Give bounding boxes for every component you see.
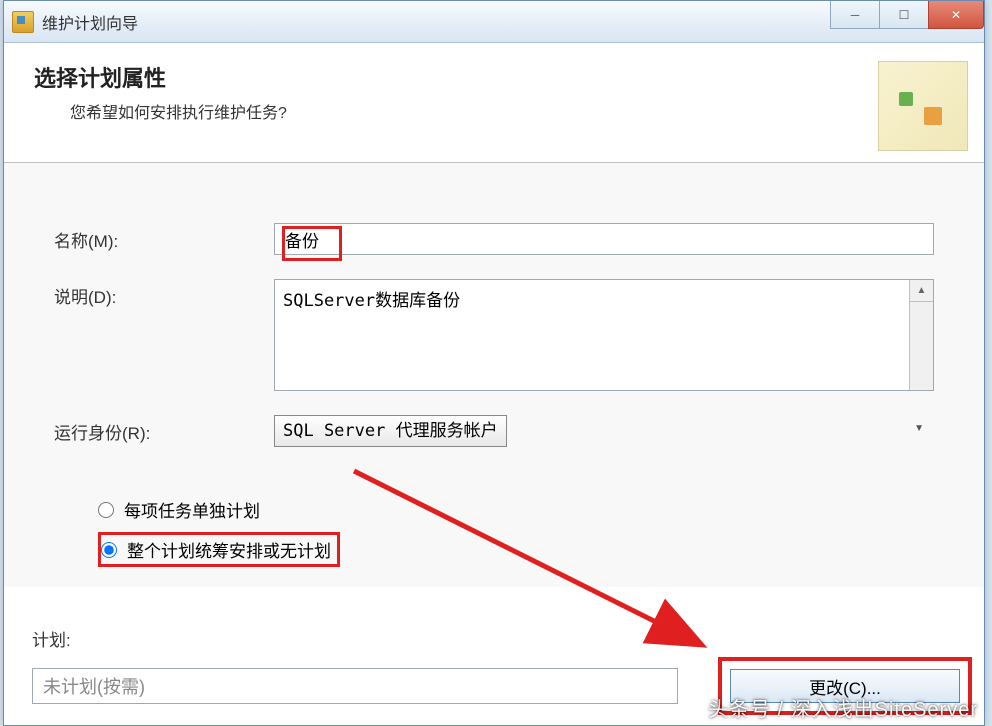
maximize-button[interactable]: ☐ xyxy=(879,1,929,29)
name-row: 名称(M): xyxy=(54,223,934,255)
desc-wrap: ▲ xyxy=(274,279,934,391)
runas-select[interactable]: SQL Server 代理服务帐户 xyxy=(274,415,507,447)
page-subtitle: 您希望如何安排执行维护任务? xyxy=(34,99,954,123)
wizard-header: 选择计划属性 您希望如何安排执行维护任务? xyxy=(4,43,984,163)
window-title: 维护计划向导 xyxy=(42,10,138,34)
radio-single-schedule[interactable]: 整个计划统筹安排或无计划 xyxy=(101,537,331,562)
close-button[interactable]: ✕ xyxy=(928,1,984,29)
radio-single-label: 整个计划统筹安排或无计划 xyxy=(127,537,331,562)
plan-label: 计划: xyxy=(32,626,972,651)
radio-single-highlight: 整个计划统筹安排或无计划 xyxy=(98,532,340,567)
wizard-icon xyxy=(878,61,968,151)
name-label: 名称(M): xyxy=(54,223,274,252)
titlebar[interactable]: 维护计划向导 ─ ☐ ✕ xyxy=(4,1,984,43)
desc-row: 说明(D): ▲ xyxy=(54,279,934,391)
radio-separate-input[interactable] xyxy=(98,502,114,518)
page-title: 选择计划属性 xyxy=(34,61,954,93)
window-controls: ─ ☐ ✕ xyxy=(831,1,984,29)
plan-display xyxy=(32,668,678,704)
dialog-window: 维护计划向导 ─ ☐ ✕ 选择计划属性 您希望如何安排执行维护任务? 名称(M)… xyxy=(3,0,985,726)
desc-input[interactable] xyxy=(275,280,909,390)
form-body: 名称(M): 备份 说明(D): ▲ 运行身份(R): SQL Server 代… xyxy=(4,163,984,587)
runas-label: 运行身份(R): xyxy=(54,415,274,444)
minimize-button[interactable]: ─ xyxy=(830,1,880,29)
radio-separate-schedule[interactable]: 每项任务单独计划 xyxy=(98,497,934,522)
schedule-type-group: 每项任务单独计划 整个计划统筹安排或无计划 xyxy=(54,497,934,567)
runas-row: 运行身份(R): SQL Server 代理服务帐户 xyxy=(54,415,934,447)
radio-single-input[interactable] xyxy=(101,542,117,558)
textarea-scrollbar[interactable]: ▲ xyxy=(909,280,933,390)
name-input[interactable] xyxy=(274,223,934,255)
name-highlight: 备份 xyxy=(282,226,342,261)
scroll-up-icon[interactable]: ▲ xyxy=(910,280,933,302)
watermark: 头条号 / 深入浅出SiteServer xyxy=(708,693,978,722)
radio-separate-label: 每项任务单独计划 xyxy=(124,497,260,522)
desc-label: 说明(D): xyxy=(54,279,274,308)
app-icon xyxy=(12,11,34,33)
runas-select-wrap: SQL Server 代理服务帐户 xyxy=(274,415,934,447)
